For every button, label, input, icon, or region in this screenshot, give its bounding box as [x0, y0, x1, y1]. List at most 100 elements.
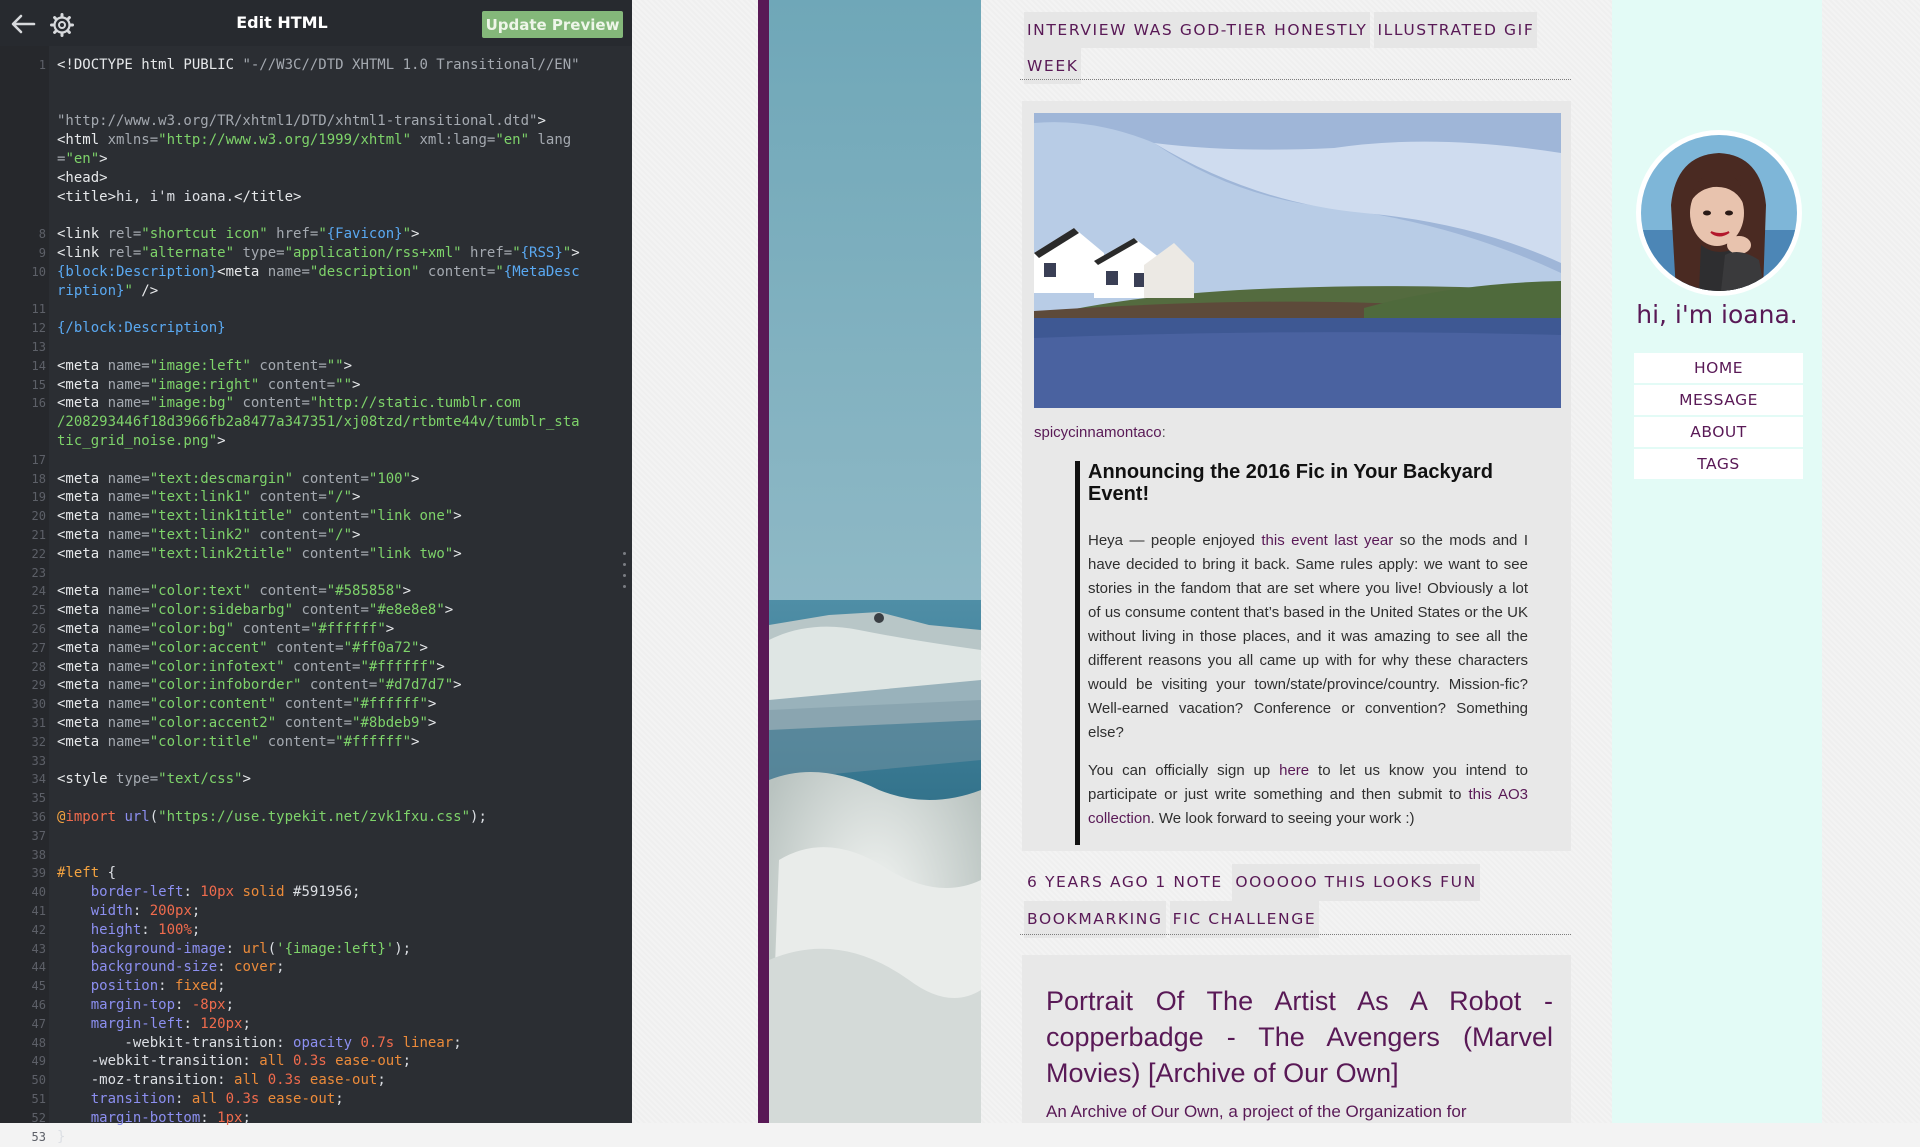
code-token: lang — [529, 132, 572, 149]
code-line[interactable]: 9 <link rel="alternate" type="application… — [0, 244, 632, 263]
code-line[interactable]: <title>hi, i'm ioana.</title> — [0, 188, 632, 207]
code-line[interactable]: 39 #left { — [0, 864, 632, 883]
code-line[interactable]: /208293446f18d3966fb2a8477a347351/xj08tz… — [0, 413, 632, 432]
code-line[interactable]: 42 height: 100%; — [0, 921, 632, 940]
code-text: margin-left: 120px; — [57, 1015, 251, 1034]
code-line[interactable]: 51 transition: all 0.3s ease-out; — [0, 1090, 632, 1109]
code-line[interactable]: 43 background-image: url('{image:left}')… — [0, 940, 632, 959]
code-line[interactable]: 53} — [0, 1128, 632, 1147]
code-line[interactable]: 44 background-size: cover; — [0, 958, 632, 977]
code-line[interactable] — [0, 206, 632, 225]
code-line[interactable]: tic_grid_noise.png"> — [0, 432, 632, 451]
signup-link[interactable]: here — [1279, 762, 1309, 779]
code-line[interactable]: 8 <link rel="shortcut icon" href="{Favico… — [0, 225, 632, 244]
code-line[interactable]: 48 -webkit-transition: opacity 0.7s line… — [0, 1034, 632, 1053]
code-line[interactable]: 19 <meta name="text:link1" content="/"> — [0, 488, 632, 507]
code-token: ; — [191, 921, 201, 938]
code-line[interactable]: 27 <meta name="color:accent" content="#ff… — [0, 639, 632, 658]
code-line[interactable]: 49 -webkit-transition: all 0.3s ease-out… — [0, 1052, 632, 1071]
code-line[interactable]: 25 <meta name="color:sidebarbg" content="… — [0, 601, 632, 620]
code-token: content= — [276, 696, 353, 713]
post-timestamp-link[interactable]: 6 years ago — [1024, 864, 1152, 901]
code-line[interactable] — [0, 75, 632, 94]
code-line[interactable]: <html xmlns="http://www.w3.org/1999/xhtm… — [0, 131, 632, 150]
code-line[interactable]: 45 position: fixed; — [0, 977, 632, 996]
resize-handle[interactable] — [623, 552, 627, 598]
code-line[interactable]: 52 margin-bottom: 1px; — [0, 1109, 632, 1128]
code-line[interactable]: 46 margin-top: -8px; — [0, 996, 632, 1015]
tag-link[interactable]: interview was god-tier honestly — [1024, 12, 1371, 48]
update-preview-button[interactable]: Update Preview — [482, 11, 623, 38]
line-number: 42 — [31, 922, 46, 937]
code-line[interactable]: 26 <meta name="color:bg" content="#ffffff… — [0, 620, 632, 639]
blog-title[interactable]: hi, i'm ioana. — [1612, 300, 1822, 329]
link-post-title[interactable]: Portrait Of The Artist As A Robot - copp… — [1046, 983, 1553, 1091]
code-line[interactable]: 13 — [0, 338, 632, 357]
code-line[interactable]: 15 <meta name="image:right" content=""> — [0, 376, 632, 395]
code-token: "text:descmargin" — [149, 470, 294, 487]
code-token: name= — [107, 602, 150, 619]
tag-link[interactable]: illustrated gif — [1374, 12, 1538, 48]
code-line[interactable]: 12 {/block:Description} — [0, 319, 632, 338]
post-notes-link[interactable]: 1 note — [1152, 864, 1225, 901]
code-line[interactable]: 34 <style type="text/css"> — [0, 770, 632, 789]
code-line[interactable]: 40 border-left: 10px solid #591956; — [0, 883, 632, 902]
code-line[interactable] — [0, 94, 632, 113]
code-token: transition — [90, 1091, 176, 1107]
code-line[interactable]: 29 <meta name="color:infoborder" content=… — [0, 676, 632, 695]
code-text: transition: all 0.3s ease-out; — [57, 1090, 344, 1109]
code-line[interactable]: 31 <meta name="color:accent2" content="#8… — [0, 714, 632, 733]
code-line[interactable]: 28 <meta name="color:infotext" content="#… — [0, 658, 632, 677]
code-line[interactable]: 38 — [0, 846, 632, 865]
nav-home[interactable]: Home — [1634, 353, 1803, 383]
tag-link[interactable]: fic challenge — [1169, 901, 1320, 938]
code-token: name= — [107, 639, 150, 656]
nav-about[interactable]: About — [1634, 417, 1803, 447]
post-image[interactable] — [1034, 113, 1561, 408]
code-line[interactable]: 10 {block:Description}<meta name="descrip… — [0, 263, 632, 282]
code-line[interactable]: ription}" /> — [0, 282, 632, 301]
code-line[interactable]: 36 @import url("https://use.typekit.net/z… — [0, 808, 632, 827]
code-line[interactable]: 24 <meta name="color:text" content="#5858… — [0, 582, 632, 601]
code-line[interactable]: 23 — [0, 564, 632, 583]
back-arrow-icon[interactable] — [10, 12, 36, 36]
gear-icon[interactable] — [50, 13, 74, 37]
code-token: > — [352, 376, 361, 393]
nav-tags[interactable]: Tags — [1634, 449, 1803, 479]
code-line[interactable]: 35 — [0, 789, 632, 808]
nav-message[interactable]: Message — [1634, 385, 1803, 415]
code-line[interactable]: 37 — [0, 827, 632, 846]
previous-post-tags: interview was god-tier honestly illustrat… — [1024, 12, 1571, 84]
code-line[interactable]: 14 <meta name="image:left" content=""> — [0, 357, 632, 376]
source-username-link[interactable]: spicycinnamontaco — [1034, 424, 1162, 441]
code-line[interactable]: 20 <meta name="text:link1title" content="… — [0, 507, 632, 526]
code-line[interactable]: 47 margin-left: 120px; — [0, 1015, 632, 1034]
last-year-event-link[interactable]: this event last year — [1261, 532, 1393, 549]
code-line[interactable]: 18 <meta name="text:descmargin" content="… — [0, 470, 632, 489]
code-line[interactable]: 17 — [0, 451, 632, 470]
code-line[interactable]: 41 width: 200px; — [0, 902, 632, 921]
code-line[interactable]: <head> — [0, 169, 632, 188]
code-line[interactable]: 11 — [0, 300, 632, 319]
code-token: ease-out — [301, 1072, 378, 1089]
code-line[interactable]: 32 <meta name="color:title" content="#fff… — [0, 733, 632, 752]
code-token: > — [343, 357, 353, 374]
line-number: 26 — [31, 622, 46, 636]
code-token: ease-out — [326, 1053, 403, 1070]
code-line[interactable]: ="en"> — [0, 150, 632, 169]
code-line[interactable]: 21 <meta name="text:link2" content="/"> — [0, 526, 632, 545]
code-line[interactable]: "http://www.w3.org/TR/xhtml1/DTD/xhtml1-… — [0, 112, 632, 131]
code-line[interactable]: 16 <meta name="image:bg" content="http://… — [0, 394, 632, 413]
code-token: content= — [293, 508, 369, 525]
avatar[interactable] — [1636, 130, 1802, 296]
code-token: -webkit-transition: — [57, 1053, 260, 1070]
code-line[interactable]: 50 -moz-transition: all 0.3s ease-out; — [0, 1071, 632, 1090]
code-token: <style — [57, 771, 117, 788]
code-line[interactable]: 1 <!DOCTYPE html PUBLIC "-//W3C//DTD XHTM… — [0, 56, 632, 75]
code-line[interactable]: 30 <meta name="color:content" content="#f… — [0, 695, 632, 714]
code-line[interactable]: 33 — [0, 752, 632, 771]
tag-link[interactable]: bookmarking — [1024, 901, 1166, 938]
code-line[interactable]: 22 <meta name="text:link2title" content="… — [0, 545, 632, 564]
tag-link[interactable]: oooooo this looks fun — [1232, 864, 1480, 901]
code-token: ; — [377, 1072, 386, 1089]
